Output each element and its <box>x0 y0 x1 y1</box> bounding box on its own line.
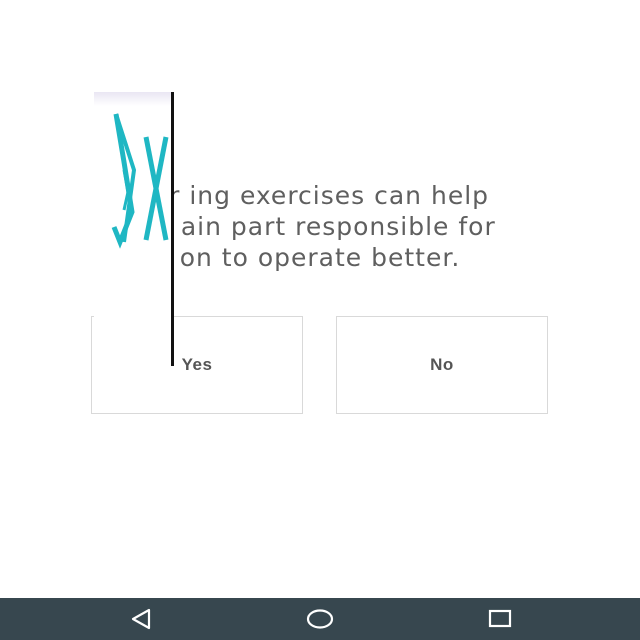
no-button[interactable]: No <box>336 316 548 414</box>
overlay-divider-bar <box>171 92 174 366</box>
screen: Br ing exercises can help th ain part re… <box>0 0 640 640</box>
yes-button-label: Yes <box>181 355 213 374</box>
overlay-glyph-icon <box>111 113 169 249</box>
navigation-bar <box>0 598 640 640</box>
back-button[interactable] <box>121 604 161 634</box>
recent-apps-square-icon <box>488 609 512 628</box>
overlay-image-strip <box>94 92 172 364</box>
back-triangle-icon <box>131 608 151 630</box>
home-button[interactable] <box>300 604 340 634</box>
home-circle-icon <box>306 609 334 629</box>
no-button-label: No <box>430 355 454 374</box>
recent-apps-button[interactable] <box>480 604 520 634</box>
